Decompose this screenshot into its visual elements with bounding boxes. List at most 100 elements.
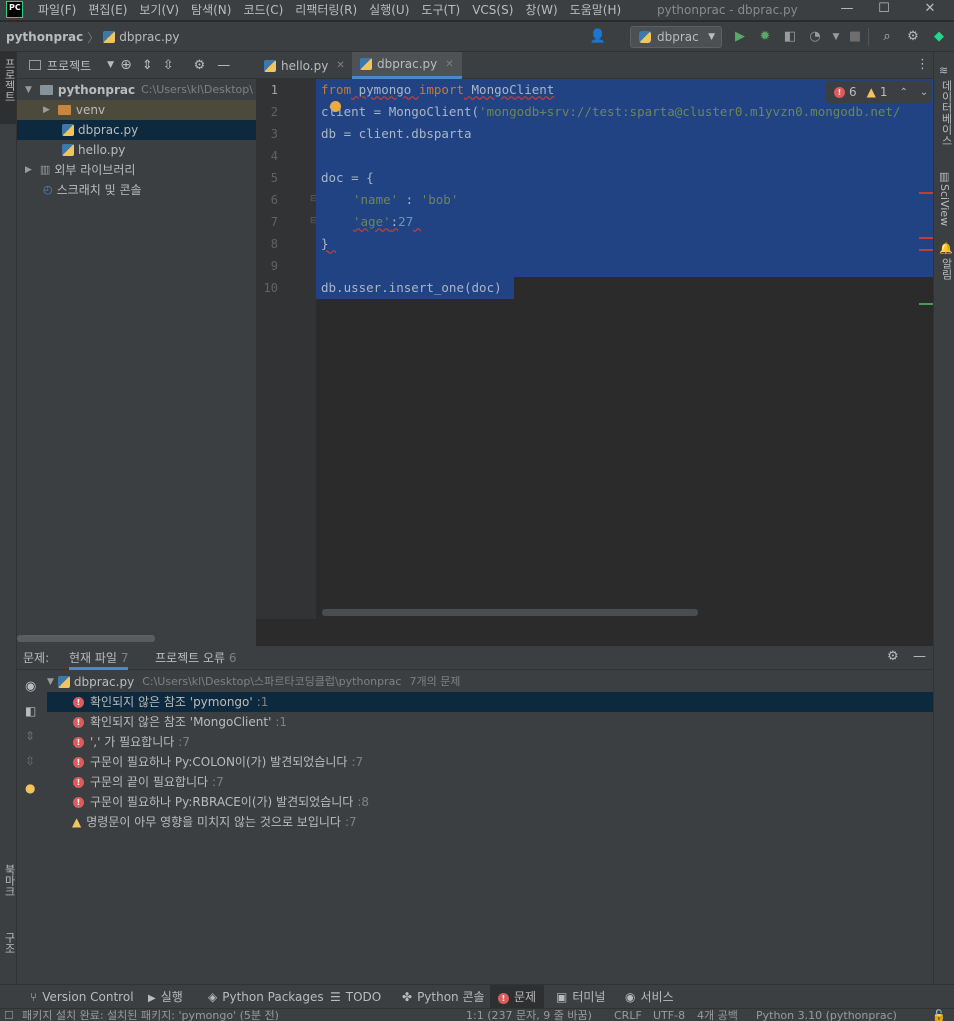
minimize-icon[interactable]: —	[829, 0, 865, 20]
tree-root[interactable]: ▼ pythonprac C:\Users\kl\Desktop\	[17, 80, 256, 100]
menu-vcs[interactable]: VCS(S)	[466, 0, 519, 20]
menu-help[interactable]: 도움말(H)	[564, 0, 628, 20]
error-stripe-marker[interactable]	[919, 237, 933, 239]
tool-version-control[interactable]: ⑂ Version Control	[30, 985, 134, 1009]
menu-code[interactable]: 코드(C)	[237, 0, 289, 20]
tool-problems[interactable]: ! 문제	[490, 985, 545, 1009]
lightbulb-icon[interactable]: ●	[25, 781, 35, 795]
more-run-chevron-icon[interactable]: ▼	[826, 27, 846, 47]
status-line-separator[interactable]: CRLF	[614, 1009, 642, 1021]
problem-item[interactable]: ! 구문의 끝이 필요합니다 :7	[47, 772, 933, 792]
sciview-icon: ▥	[939, 170, 950, 183]
tab-hello[interactable]: hello.py ✕	[256, 52, 353, 79]
bookmarks-tool-label[interactable]: 북마크	[1, 864, 17, 897]
status-caret-position[interactable]: 1:1 (237 문자, 9 줄 바꿈)	[466, 1009, 592, 1021]
problems-file-summary: 7개의 문제	[409, 675, 461, 688]
tab-current-file[interactable]: 현재 파일 7	[69, 646, 129, 670]
problems-file-row[interactable]: ▼ dbprac.py C:\Users\kl\Desktop\스파르타코딩클럽…	[47, 672, 933, 692]
sciview-tool-label[interactable]: SciView	[938, 184, 951, 226]
tab-close-icon[interactable]: ✕	[336, 60, 344, 71]
jetbrains-toolbox-icon[interactable]: ◆	[929, 27, 949, 47]
breadcrumb-project[interactable]: pythonprac	[6, 30, 83, 44]
eye-icon[interactable]: ◉	[25, 679, 36, 694]
menu-edit[interactable]: 편집(E)	[82, 0, 133, 20]
tool-terminal[interactable]: ▣ 터미널	[556, 985, 605, 1009]
lock-icon[interactable]: 🔓	[932, 1009, 946, 1021]
problem-item[interactable]: ▲ 명령문이 아무 영향을 미치지 않는 것으로 보입니다 :7	[47, 812, 933, 832]
hide-panel-icon[interactable]: —	[913, 649, 926, 664]
status-message[interactable]: 패키지 설치 완료: 설치된 패키지: 'pymongo' (5분 전)	[22, 1009, 279, 1021]
status-indent[interactable]: 4개 공백	[697, 1009, 738, 1021]
tab-dbprac[interactable]: dbprac.py ✕	[352, 52, 462, 79]
structure-tool-label[interactable]: 구조	[1, 932, 17, 954]
notifications-tool-label[interactable]: 알림	[938, 258, 954, 280]
project-view-title[interactable]: 프로젝트	[47, 57, 91, 74]
line-number: 6	[270, 193, 278, 207]
tool-python-packages[interactable]: ◈ Python Packages	[208, 985, 324, 1009]
inspection-widget[interactable]: ! 6 ▲ 1 ⌃ ⌄	[825, 81, 931, 103]
coverage-icon[interactable]: ◧	[780, 27, 800, 47]
gear-icon[interactable]: ⚙	[903, 27, 923, 47]
collapse-all-icon[interactable]: ⇳	[163, 58, 174, 73]
tab-project-errors[interactable]: 프로젝트 오류 6	[155, 646, 237, 670]
tree-item-scratches[interactable]: ◴ 스크래치 및 콘솔	[17, 180, 256, 200]
run-icon[interactable]: ▶	[730, 27, 750, 47]
editor-horizontal-scrollbar[interactable]	[322, 609, 698, 616]
tool-python-console[interactable]: ✤ Python 콘솔	[402, 985, 485, 1009]
run-config-select[interactable]: dbprac ▼	[630, 26, 722, 48]
tree-item-hello[interactable]: hello.py	[17, 140, 256, 160]
stop-icon[interactable]: ■	[845, 27, 865, 47]
status-toggle-icon[interactable]: ☐	[4, 1009, 14, 1021]
tool-todo[interactable]: ☰ TODO	[330, 985, 381, 1009]
tabs-more-icon[interactable]: ⋮	[916, 57, 929, 72]
close-icon[interactable]: ✕	[912, 0, 948, 20]
problem-item[interactable]: ! 구문이 필요하나 Py:COLON이(가) 발견되었습니다 :7	[47, 752, 933, 772]
menu-view[interactable]: 보기(V)	[133, 0, 185, 20]
services-icon: ◉	[625, 990, 636, 1004]
debug-icon[interactable]: ✹	[755, 27, 775, 47]
problem-item[interactable]: ! 구문이 필요하나 Py:RBRACE이(가) 발견되었습니다 :8	[47, 792, 933, 812]
chevron-down-icon[interactable]: ▼	[107, 60, 114, 70]
project-horizontal-scrollbar[interactable]	[17, 635, 155, 642]
chevron-up-icon[interactable]: ⌃	[900, 87, 908, 98]
panel-settings-icon[interactable]: ⚙	[194, 58, 206, 73]
menu-tools[interactable]: 도구(T)	[415, 0, 466, 20]
user-icon[interactable]: 👤	[588, 27, 608, 47]
tree-item-external-libraries[interactable]: ▶ ▥ 외부 라이브러리	[17, 160, 256, 180]
status-interpreter[interactable]: Python 3.10 (pythonprac)	[756, 1009, 897, 1021]
search-icon[interactable]: ⌕	[877, 27, 897, 47]
menu-file[interactable]: 파일(F)	[32, 0, 82, 20]
tool-run[interactable]: ▶ 실행	[148, 985, 183, 1009]
status-encoding[interactable]: UTF-8	[653, 1009, 685, 1021]
problem-item[interactable]: ! 확인되지 않은 참조 'MongoClient' :1	[47, 712, 933, 732]
tab-close-icon[interactable]: ✕	[445, 59, 453, 70]
error-stripe-marker[interactable]	[919, 192, 933, 194]
problem-item[interactable]: ! ',' 가 필요합니다 :7	[47, 732, 933, 752]
menu-navigate[interactable]: 탐색(N)	[185, 0, 237, 20]
warning-count: 1	[879, 85, 888, 99]
hide-panel-icon[interactable]: —	[217, 58, 230, 73]
menu-run[interactable]: 실행(U)	[363, 0, 415, 20]
tree-item-venv[interactable]: ▶ venv	[17, 100, 256, 120]
collapse-all-icon[interactable]: ⇳	[25, 754, 35, 768]
locate-icon[interactable]: ⊕	[120, 57, 132, 73]
code-editor[interactable]: from pymongo import MongoClient client =…	[316, 79, 933, 619]
maximize-icon[interactable]: ☐	[866, 0, 902, 20]
expand-all-icon[interactable]: ⇕	[25, 729, 35, 743]
database-tool-label[interactable]: 데이터베이스	[938, 80, 954, 146]
expand-all-icon[interactable]: ⇕	[142, 58, 153, 73]
preview-icon[interactable]: ◧	[25, 704, 36, 718]
error-icon: !	[73, 716, 84, 728]
menu-refactor[interactable]: 리팩터링(R)	[289, 0, 363, 20]
chevron-down-icon[interactable]: ⌄	[920, 87, 928, 98]
breadcrumb-file[interactable]: dbprac.py	[119, 30, 179, 44]
error-stripe-marker[interactable]	[919, 249, 933, 251]
menu-window[interactable]: 창(W)	[519, 0, 563, 20]
profile-icon[interactable]: ◔	[805, 27, 825, 47]
problem-item[interactable]: ! 확인되지 않은 참조 'pymongo' :1	[47, 692, 933, 712]
tool-services[interactable]: ◉ 서비스	[625, 985, 674, 1009]
tree-item-dbprac[interactable]: dbprac.py	[17, 120, 256, 140]
panel-settings-icon[interactable]: ⚙	[887, 649, 899, 664]
project-tool-button[interactable]: 프로젝트	[0, 52, 16, 124]
change-stripe-marker[interactable]	[919, 303, 933, 305]
